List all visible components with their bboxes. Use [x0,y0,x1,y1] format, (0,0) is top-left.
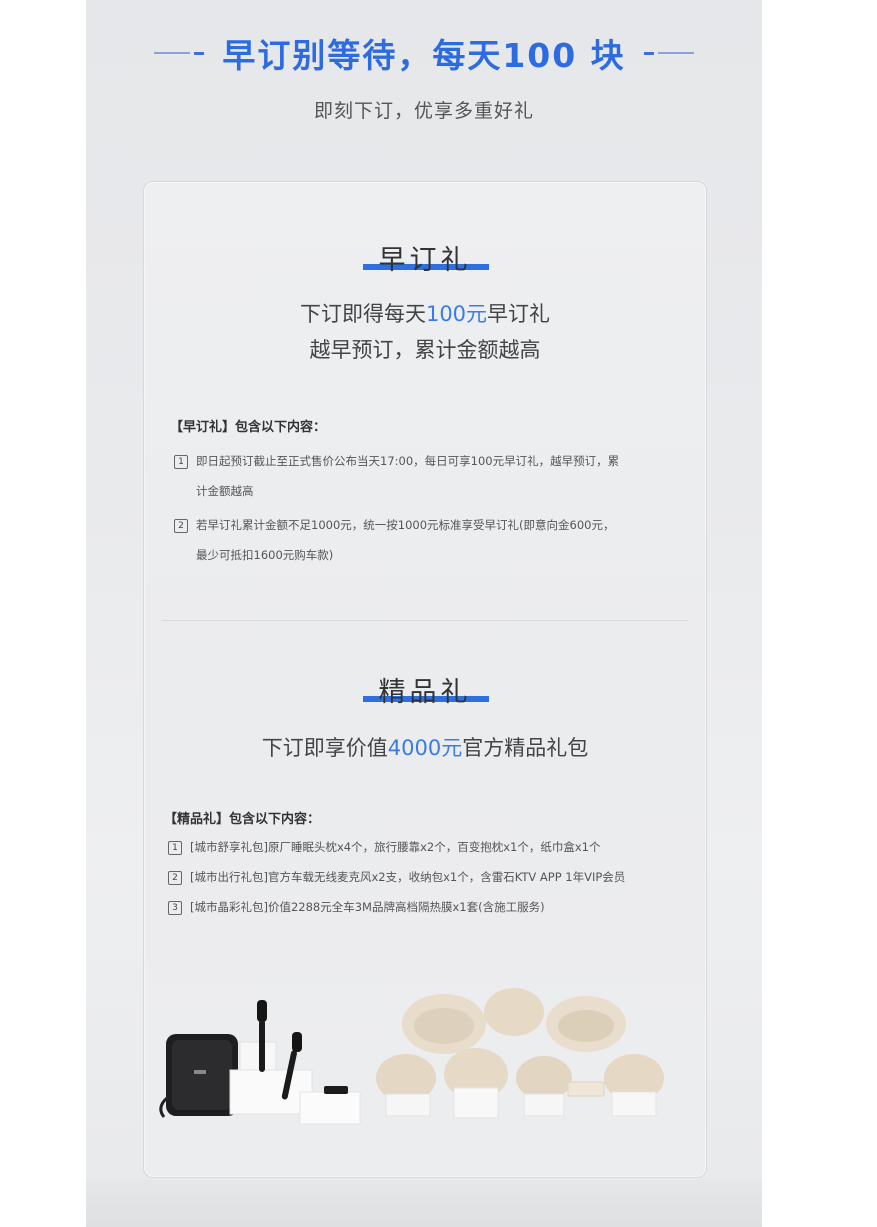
premium-gift-lead-highlight: 4000元 [387,736,463,760]
gift-card: 早订礼 下订即得每天100元早订礼 越早预订，累计金额越高 【早订礼】包含以下内… [143,181,707,1178]
bottom-background [86,1180,762,1227]
premium-gift-item-2: 2 [城市出行礼包]官方车载无线麦克风x2支，收纳包x1个，含雷石KTV APP … [168,862,678,892]
hero-subtitle: 即刻下订，优享多重好礼 [313,100,534,122]
number-badge-1: 1 [174,454,188,469]
premium-gift-list-heading: 【精品礼】包含以下内容： [164,812,321,827]
number-badge-2: 2 [168,870,182,885]
early-gift-lead-highlight: 100元 [425,302,488,326]
premium-gift-title-text: 精品礼 [378,677,472,708]
promo-panel: 早订别等待，每天100 块 即刻下订，优享多重好礼 早订礼 下订即得每天100元… [86,0,762,1227]
early-gift-item-2-text: 若早订礼累计金额不足1000元，统一按1000元标准享受早订礼(即意向金600元… [196,518,615,532]
premium-gift-lead-suffix: 官方精品礼包 [462,736,589,760]
number-badge-3: 3 [168,900,182,915]
premium-gift-item-1-text: [城市舒享礼包]原厂睡眠头枕x4个，旅行腰靠x2个，百变抱枕x1个，纸巾盒x1个 [190,840,601,854]
early-gift-item-2-cont: 最少可抵扣1600元购车款) [196,548,334,562]
premium-gift-section-title: 精品礼 [144,670,706,709]
early-gift-lead-suffix: 早订礼 [487,302,551,326]
premium-gift-item-3-text: [城市晶彩礼包]价值2288元全车3M品牌高档隔热膜x1套(含施工服务) [190,900,545,914]
hero-title: 早订别等待，每天100 块 [86,28,762,78]
early-gift-lead-line1: 下订即得每天100元早订礼 [144,296,706,332]
number-badge-2: 2 [174,518,188,533]
early-gift-item-1-cont: 计金额越高 [196,484,254,498]
premium-gift-lead-prefix: 下订即享价值 [261,736,388,760]
hero-title-text: 早订别等待，每天100 块 [222,36,626,75]
premium-gift-item-2-text: [城市出行礼包]官方车载无线麦克风x2支，收纳包x1个，含雷石KTV APP 1… [190,870,626,884]
headrest-pillow-icon [546,996,626,1052]
early-gift-item-1: 1 即日起预订截止至正式售价公布当天17:00，每日可享100元早订礼，越早预订，… [174,446,684,506]
premium-gift-lead: 下订即享价值4000元官方精品礼包 [144,730,706,766]
early-gift-title-text: 早订礼 [378,245,472,276]
gift-products-illustration [159,988,664,1125]
early-gift-lead: 下订即得每天100元早订礼 越早预订，累计金额越高 [144,296,706,368]
storage-case-icon [159,1034,238,1118]
left-dash-decoration [154,51,208,55]
section-divider [162,620,688,621]
headrest-pillow-icon [484,988,544,1036]
headrest-pillow-icon [402,994,486,1054]
right-dash-decoration [640,51,694,55]
premium-gift-item-1: 1 [城市舒享礼包]原厂睡眠头枕x4个，旅行腰靠x2个，百变抱枕x1个，纸巾盒x1… [168,832,678,862]
early-gift-section-title: 早订礼 [144,238,706,277]
number-badge-1: 1 [168,840,182,855]
early-gift-item-1-text: 即日起预订截止至正式售价公布当天17:00，每日可享100元早订礼，越早预订，累 [196,454,620,468]
early-gift-lead-line2: 越早预订，累计金额越高 [309,338,541,362]
early-gift-lead-prefix: 下订即得每天 [299,302,426,326]
early-gift-list-heading: 【早订礼】包含以下内容： [170,420,327,435]
premium-gift-item-3: 3 [城市晶彩礼包]价值2288元全车3M品牌高档隔热膜x1套(含施工服务) [168,892,678,922]
early-gift-item-2: 2 若早订礼累计金额不足1000元，统一按1000元标准享受早订礼(即意向金600… [174,510,684,570]
